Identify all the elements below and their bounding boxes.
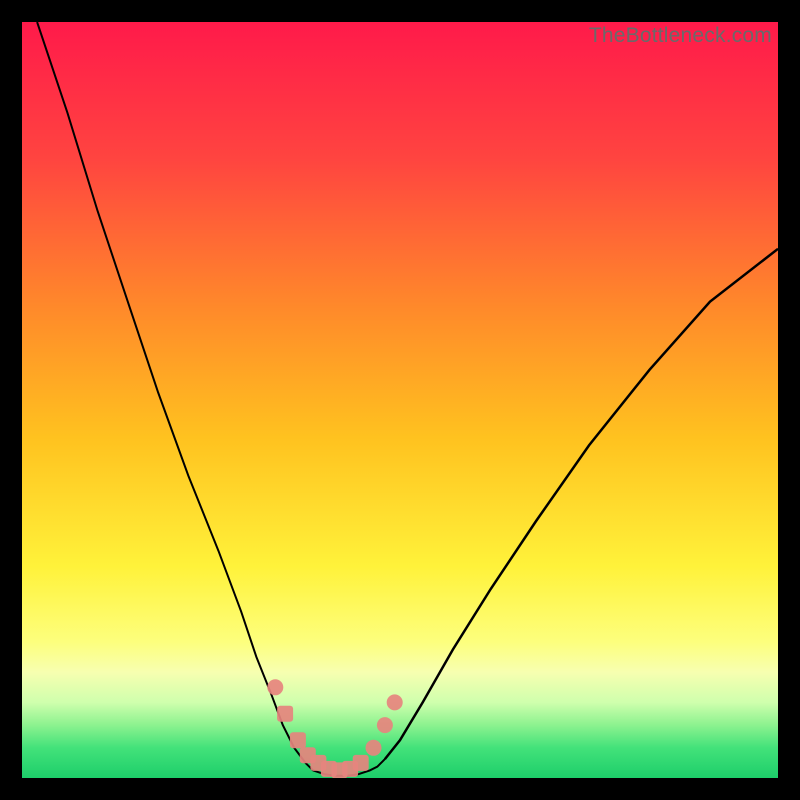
curve-left — [37, 22, 305, 763]
valley-marker — [377, 717, 393, 733]
valley-marker — [387, 694, 403, 710]
curve-right — [385, 249, 778, 759]
valley-marker — [353, 755, 369, 771]
chart-frame: TheBottleneck.com — [0, 0, 800, 800]
watermark: TheBottleneck.com — [589, 24, 772, 48]
valley-marker — [366, 740, 382, 756]
valley-markers — [267, 679, 402, 778]
valley-marker — [267, 679, 283, 695]
valley-marker — [290, 732, 306, 748]
plot-area: TheBottleneck.com — [22, 22, 778, 778]
valley-marker — [277, 706, 293, 722]
chart-svg — [22, 22, 778, 778]
